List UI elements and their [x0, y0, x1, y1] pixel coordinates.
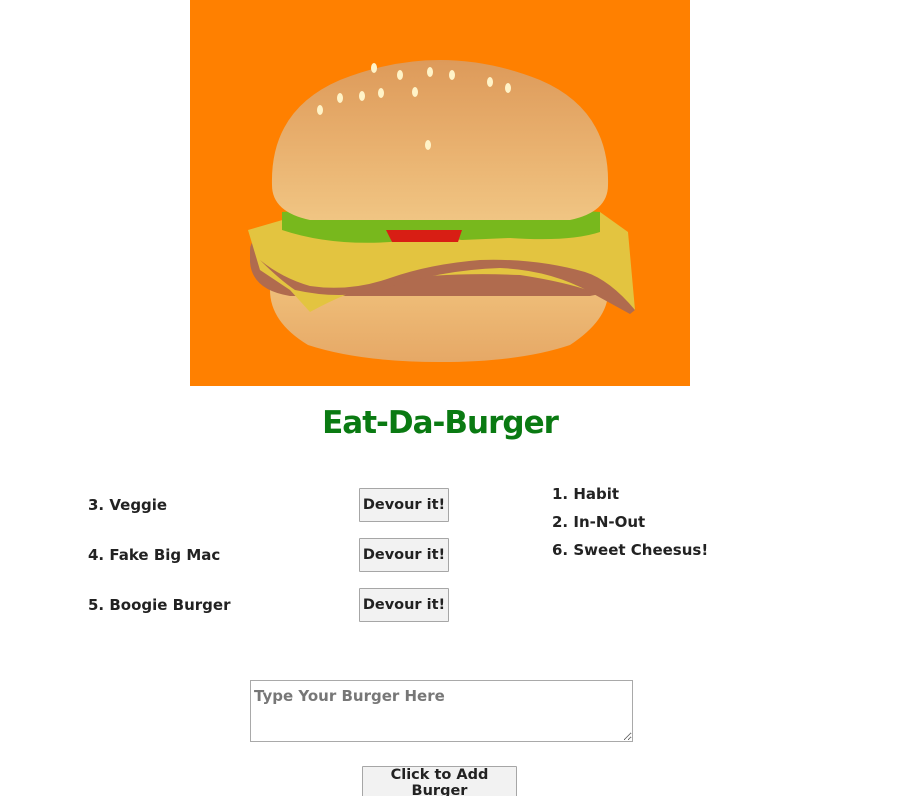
- list-item: 5. Boogie Burger Devour it!: [88, 588, 458, 638]
- burger-name: 5. Boogie Burger: [88, 596, 231, 614]
- page: Eat-Da-Burger 3. Veggie Devour it! 4. Fa…: [0, 0, 903, 796]
- burger-name: 4. Fake Big Mac: [88, 546, 221, 564]
- burger-name: 3. Veggie: [88, 496, 168, 514]
- devour-button[interactable]: Devour it!: [359, 588, 449, 622]
- burger-icon: [248, 60, 635, 362]
- uneaten-burger-list: 3. Veggie Devour it! 4. Fake Big Mac Dev…: [88, 488, 458, 638]
- devoured-burger-item: 2. In-N-Out: [552, 513, 646, 531]
- add-burger-button[interactable]: Click to Add Burger: [362, 766, 517, 796]
- burger-hero-image: [190, 0, 690, 386]
- list-item: 4. Fake Big Mac Devour it!: [88, 538, 458, 588]
- devour-button[interactable]: Devour it!: [359, 538, 449, 572]
- list-item: 3. Veggie Devour it!: [88, 488, 458, 538]
- devour-button[interactable]: Devour it!: [359, 488, 449, 522]
- devoured-burger-list: 1. Habit 2. In-N-Out 6. Sweet Cheesus!: [552, 484, 708, 568]
- devoured-burger-item: 1. Habit: [552, 485, 620, 503]
- burger-name-input[interactable]: [250, 680, 633, 742]
- page-title: Eat-Da-Burger: [322, 405, 559, 441]
- devoured-burger-item: 6. Sweet Cheesus!: [552, 541, 709, 559]
